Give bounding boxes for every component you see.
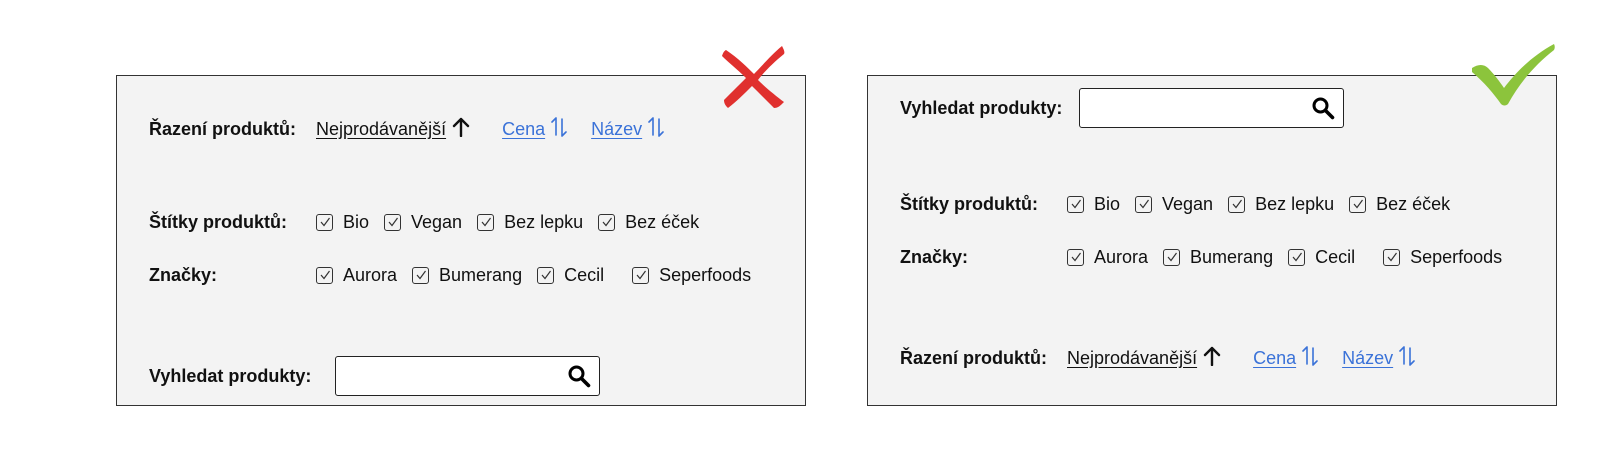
sort-label: Řazení produktů:	[900, 347, 1047, 368]
tag-label: Bio	[343, 211, 370, 232]
tag-checkbox-vegan[interactable]: Vegan	[1135, 194, 1213, 215]
checkbox-checked-icon	[1383, 248, 1401, 266]
brand-label: Seperfoods	[1410, 246, 1503, 267]
tag-checkbox-no-e[interactable]: Bez éček	[598, 212, 699, 233]
sort-option-text: Nejprodávanější	[1067, 347, 1198, 368]
tag-label: Vegan	[411, 211, 463, 232]
brands-label: Značky:	[149, 264, 218, 285]
sort-updown-icon	[648, 116, 664, 143]
tags-row: Štítky produktů: Bio Vegan Bez lepku Bez…	[900, 189, 1450, 219]
checkbox-checked-icon	[316, 213, 333, 231]
magnifier-icon[interactable]	[1311, 96, 1335, 120]
brand-checkbox-cecil[interactable]: Cecil	[537, 265, 604, 286]
checkbox-checked-icon	[537, 266, 555, 284]
tag-checkbox-no-e[interactable]: Bez éček	[1349, 194, 1450, 215]
tag-checkbox-gluten-free[interactable]: Bez lepku	[1228, 194, 1334, 215]
brand-label: Bumerang	[1190, 246, 1274, 267]
brand-checkbox-bumerang[interactable]: Bumerang	[412, 265, 522, 286]
sort-option-price[interactable]: Cena	[502, 116, 567, 143]
sort-option-text: Nejprodávanější	[316, 118, 447, 139]
brand-label: Cecil	[1315, 246, 1356, 267]
sort-option-bestselling[interactable]: Nejprodávanější	[1067, 346, 1221, 371]
sort-updown-icon	[1302, 345, 1318, 372]
red-x-icon	[718, 40, 788, 115]
brand-label: Aurora	[343, 264, 398, 285]
checkbox-checked-icon	[477, 213, 495, 231]
search-row: Vyhledat produkty:	[900, 93, 1062, 123]
magnifier-icon[interactable]	[567, 364, 591, 388]
tag-label: Vegan	[1162, 193, 1214, 214]
search-field[interactable]	[1079, 88, 1344, 128]
tag-label: Bez lepku	[504, 211, 584, 232]
sort-row: Řazení produktů: Nejprodávanější Cena Ná…	[149, 114, 664, 144]
checkbox-checked-icon	[1067, 248, 1084, 266]
brand-checkbox-aurora[interactable]: Aurora	[1067, 247, 1148, 268]
sort-option-text: Název	[1342, 347, 1394, 368]
brand-label: Aurora	[1094, 246, 1149, 267]
sort-option-price[interactable]: Cena	[1253, 345, 1318, 372]
search-field[interactable]	[335, 356, 600, 396]
panel-incorrect-layout: Řazení produktů: Nejprodávanější Cena Ná…	[116, 75, 806, 406]
checkbox-checked-icon	[412, 266, 430, 284]
tag-label: Bez lepku	[1255, 193, 1335, 214]
sort-option-text: Název	[591, 118, 643, 139]
checkbox-checked-icon	[632, 266, 650, 284]
search-input[interactable]	[1088, 89, 1312, 127]
sort-option-text: Cena	[502, 118, 546, 139]
search-label: Vyhledat produkty:	[900, 97, 1063, 118]
tag-label: Bio	[1094, 193, 1121, 214]
sort-updown-icon	[551, 116, 567, 143]
brand-checkbox-cecil[interactable]: Cecil	[1288, 247, 1355, 268]
tag-checkbox-vegan[interactable]: Vegan	[384, 212, 462, 233]
checkbox-checked-icon	[1135, 195, 1153, 213]
arrow-up-icon	[1203, 346, 1221, 371]
tag-checkbox-gluten-free[interactable]: Bez lepku	[477, 212, 583, 233]
brand-checkbox-seperfoods[interactable]: Seperfoods	[632, 265, 751, 286]
sort-updown-icon	[1399, 345, 1415, 372]
tags-label: Štítky produktů:	[900, 193, 1038, 214]
arrow-up-icon	[452, 117, 470, 142]
brand-label: Bumerang	[439, 264, 523, 285]
sort-row: Řazení produktů: Nejprodávanější Cena Ná…	[900, 343, 1415, 373]
brand-label: Seperfoods	[659, 264, 752, 285]
panel-correct-layout: Vyhledat produkty: Štítky produktů: Bio …	[867, 75, 1557, 406]
checkbox-checked-icon	[1228, 195, 1246, 213]
brand-checkbox-aurora[interactable]: Aurora	[316, 265, 397, 286]
search-row: Vyhledat produkty:	[149, 361, 311, 391]
brands-row: Značky: Aurora Bumerang Cecil Seperfoods	[149, 260, 751, 290]
search-label: Vyhledat produkty:	[149, 365, 312, 386]
green-check-icon	[1470, 42, 1556, 113]
checkbox-checked-icon	[316, 266, 333, 284]
sort-option-bestselling[interactable]: Nejprodávanější	[316, 117, 470, 142]
sort-option-name[interactable]: Název	[1342, 345, 1415, 372]
checkbox-checked-icon	[1349, 195, 1367, 213]
checkbox-checked-icon	[384, 213, 402, 231]
tag-checkbox-bio[interactable]: Bio	[316, 212, 369, 233]
checkbox-checked-icon	[598, 213, 616, 231]
checkbox-checked-icon	[1163, 248, 1181, 266]
checkbox-checked-icon	[1288, 248, 1306, 266]
tag-checkbox-bio[interactable]: Bio	[1067, 194, 1120, 215]
checkbox-checked-icon	[1067, 195, 1084, 213]
tag-label: Bez éček	[1376, 193, 1451, 214]
brand-label: Cecil	[564, 264, 605, 285]
brand-checkbox-seperfoods[interactable]: Seperfoods	[1383, 247, 1502, 268]
sort-label: Řazení produktů:	[149, 118, 296, 139]
search-input[interactable]	[344, 357, 568, 395]
brand-checkbox-bumerang[interactable]: Bumerang	[1163, 247, 1273, 268]
tags-row: Štítky produktů: Bio Vegan Bez lepku Bez…	[149, 207, 699, 237]
tags-label: Štítky produktů:	[149, 211, 287, 232]
tag-label: Bez éček	[625, 211, 700, 232]
sort-option-name[interactable]: Název	[591, 116, 664, 143]
sort-option-text: Cena	[1253, 347, 1297, 368]
brands-label: Značky:	[900, 246, 969, 267]
brands-row: Značky: Aurora Bumerang Cecil Seperfoods	[900, 242, 1502, 272]
